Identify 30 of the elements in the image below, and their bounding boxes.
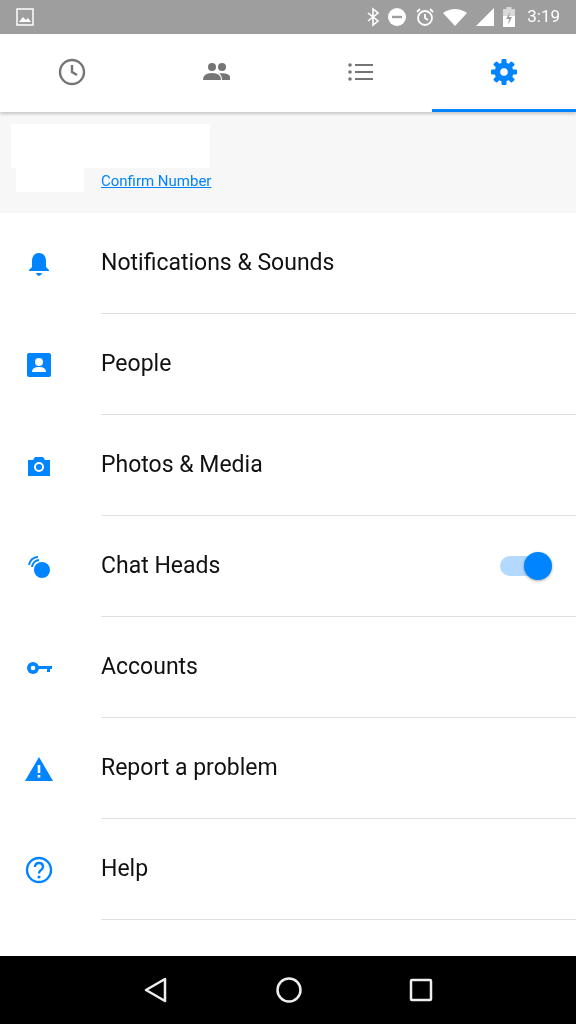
settings-item[interactable]: Notifications & Sounds — [101, 213, 576, 314]
bluetooth-icon — [367, 7, 380, 27]
setting-label: People — [101, 348, 173, 379]
back-icon[interactable] — [143, 976, 169, 1004]
wifi-icon — [443, 8, 468, 26]
setting-label: Photos & Media — [101, 449, 264, 480]
battery-icon — [503, 7, 516, 27]
do-not-disturb-icon — [387, 7, 408, 27]
help-icon — [24, 855, 53, 884]
settings-item[interactable]: People — [101, 314, 576, 415]
image-icon — [16, 8, 34, 26]
setting-label: Chat Heads — [101, 550, 222, 581]
settings-item[interactable]: Photos & Media — [101, 415, 576, 516]
settings-icon — [490, 57, 518, 86]
contact-card-icon — [24, 350, 53, 379]
setting-label: Notifications & Sounds — [101, 247, 336, 278]
clock-time: 3:19 — [527, 5, 560, 29]
settings-item[interactable]: Report a problem — [101, 718, 576, 819]
setting-label: Report a problem — [101, 752, 279, 783]
settings-item[interactable]: Help — [101, 819, 576, 920]
signal-icon — [475, 7, 496, 27]
recents-icon[interactable] — [409, 978, 433, 1002]
setting-label: Help — [101, 853, 150, 884]
setting-label: Accounts — [101, 651, 199, 682]
clock-icon — [58, 57, 86, 86]
home-icon[interactable] — [275, 976, 303, 1004]
alarm-icon — [415, 7, 436, 27]
settings-item[interactable]: Accounts — [101, 617, 576, 718]
toggle-switch[interactable] — [498, 552, 552, 580]
settings-item[interactable]: Chat Heads — [101, 516, 576, 617]
